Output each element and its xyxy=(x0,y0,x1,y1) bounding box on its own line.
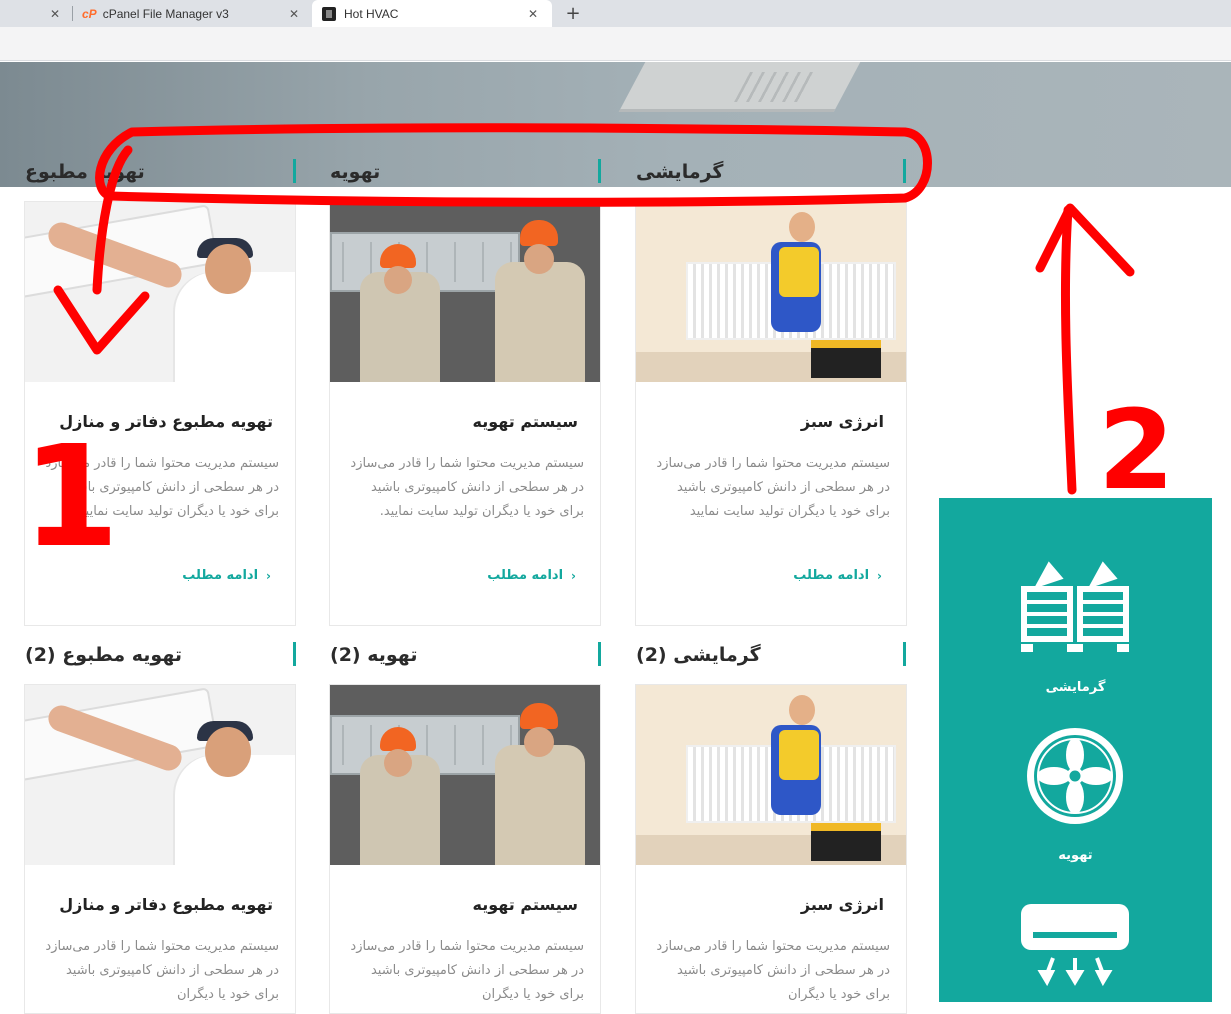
chevron-left-icon: ‹ xyxy=(877,568,882,583)
ac-installer-image[interactable] xyxy=(25,202,295,382)
close-icon[interactable]: ✕ xyxy=(50,7,60,21)
card-title[interactable]: سیستم تهویه xyxy=(472,412,578,431)
tab-title: cPanel File Manager v3 xyxy=(102,6,229,21)
browser-tab-bar: ✕ cP cPanel File Manager v3 ✕ Hot HVAC ✕… xyxy=(0,0,1231,27)
card-title[interactable]: تهویه مطبوع دفاتر و منازل xyxy=(59,412,273,431)
card-title[interactable]: تهویه مطبوع دفاتر و منازل xyxy=(59,895,273,914)
close-icon[interactable]: ✕ xyxy=(528,7,538,21)
post-card: انرژی سبز سیستم مدیریت محتوا شما را قادر… xyxy=(635,684,907,1014)
heading-accent-bar xyxy=(598,642,601,666)
heading-accent-bar xyxy=(903,642,906,666)
section-heading-ventilation: تهویه xyxy=(330,157,601,187)
section-heading-text: تهویه (2) xyxy=(330,644,418,666)
read-more-label: ادامه مطلب xyxy=(182,568,259,583)
read-more-label: ادامه مطلب xyxy=(793,568,870,583)
browser-toolbar xyxy=(0,27,1231,61)
post-card: انرژی سبز سیستم مدیریت محتوا شما را قادر… xyxy=(635,201,907,626)
sidebar-label-heating[interactable]: گرمایشی xyxy=(939,680,1212,695)
read-more-link[interactable]: ‹ ادامه مطلب xyxy=(793,568,882,583)
section-heading-heating: گرمایشی xyxy=(636,157,906,187)
heading-accent-bar xyxy=(293,159,296,183)
duct-workers-image[interactable] xyxy=(330,202,600,382)
sidebar-label-ventilation[interactable]: تهویه xyxy=(939,848,1212,863)
post-card: تهویه مطبوع دفاتر و منازل سیستم مدیریت م… xyxy=(24,201,296,626)
card-title[interactable]: سیستم تهویه xyxy=(472,895,578,914)
section-heading-ventilation-2: تهویه (2) xyxy=(330,640,601,670)
section-heading-text: گرمایشی xyxy=(636,161,724,183)
tab-title: Hot HVAC xyxy=(344,6,399,21)
section-heading-text: تهویه مطبوع xyxy=(25,161,145,183)
radiator-worker-image[interactable] xyxy=(636,202,906,382)
chevron-left-icon: ‹ xyxy=(266,568,271,583)
close-icon[interactable]: ✕ xyxy=(289,7,299,21)
ventilation-fan-icon[interactable] xyxy=(1024,725,1126,827)
card-excerpt: سیستم مدیریت محتوا شما را قادر می‌سازد د… xyxy=(656,939,890,1002)
section-heading-text: گرمایشی (2) xyxy=(636,644,761,666)
card-title[interactable]: انرژی سبز xyxy=(801,895,884,914)
browser-tab[interactable]: ✕ xyxy=(0,0,70,27)
site-favicon-icon xyxy=(322,6,336,21)
cpanel-logo-icon: cP xyxy=(82,6,97,21)
radiator-worker-image[interactable] xyxy=(636,685,906,865)
card-excerpt: سیستم مدیریت محتوا شما را قادر می‌سازد د… xyxy=(45,939,279,1002)
category-sidebar: گرمایشی تهویه xyxy=(939,498,1212,1002)
heading-accent-bar xyxy=(598,159,601,183)
tab-separator xyxy=(72,6,73,21)
post-card: سیستم تهویه سیستم مدیریت محتوا شما را قا… xyxy=(329,201,601,626)
section-heading-heating-2: گرمایشی (2) xyxy=(636,640,906,670)
post-card: سیستم تهویه سیستم مدیریت محتوا شما را قا… xyxy=(329,684,601,1014)
post-card: تهویه مطبوع دفاتر و منازل سیستم مدیریت م… xyxy=(24,684,296,1014)
card-excerpt: سیستم مدیریت محتوا شما را قادر می‌سازد د… xyxy=(350,456,584,519)
section-heading-text: تهویه xyxy=(330,161,381,183)
new-tab-plus-icon[interactable]: + xyxy=(563,0,583,27)
read-more-link[interactable]: ‹ ادامه مطلب xyxy=(182,568,271,583)
read-more-link[interactable]: ‹ ادامه مطلب xyxy=(487,568,576,583)
section-heading-air-conditioning-2: تهویه مطبوع (2) xyxy=(25,640,296,670)
section-heading-air-conditioning: تهویه مطبوع xyxy=(25,157,296,187)
card-excerpt: سیستم مدیریت محتوا شما را قادر می‌سازد د… xyxy=(350,939,584,1002)
card-excerpt: سیستم مدیریت محتوا شما را قادر می‌سازد د… xyxy=(45,456,279,519)
duct-workers-image[interactable] xyxy=(330,685,600,865)
chevron-left-icon: ‹ xyxy=(571,568,576,583)
annotation-mark-2: 2 xyxy=(1098,386,1175,514)
browser-tab-hot-hvac[interactable]: Hot HVAC ✕ xyxy=(312,0,552,27)
read-more-label: ادامه مطلب xyxy=(487,568,564,583)
card-title[interactable]: انرژی سبز xyxy=(801,412,884,431)
heating-unit-icon[interactable] xyxy=(1019,558,1131,658)
hero-ac-unit-image xyxy=(618,62,877,112)
card-excerpt: سیستم مدیریت محتوا شما را قادر می‌سازد د… xyxy=(656,456,890,519)
ac-installer-image[interactable] xyxy=(25,685,295,865)
heading-accent-bar xyxy=(903,159,906,183)
browser-tab-cpanel[interactable]: cP cPanel File Manager v3 ✕ xyxy=(82,0,307,27)
section-heading-text: تهویه مطبوع (2) xyxy=(25,644,182,666)
air-conditioner-icon[interactable] xyxy=(1019,902,1131,988)
heading-accent-bar xyxy=(293,642,296,666)
